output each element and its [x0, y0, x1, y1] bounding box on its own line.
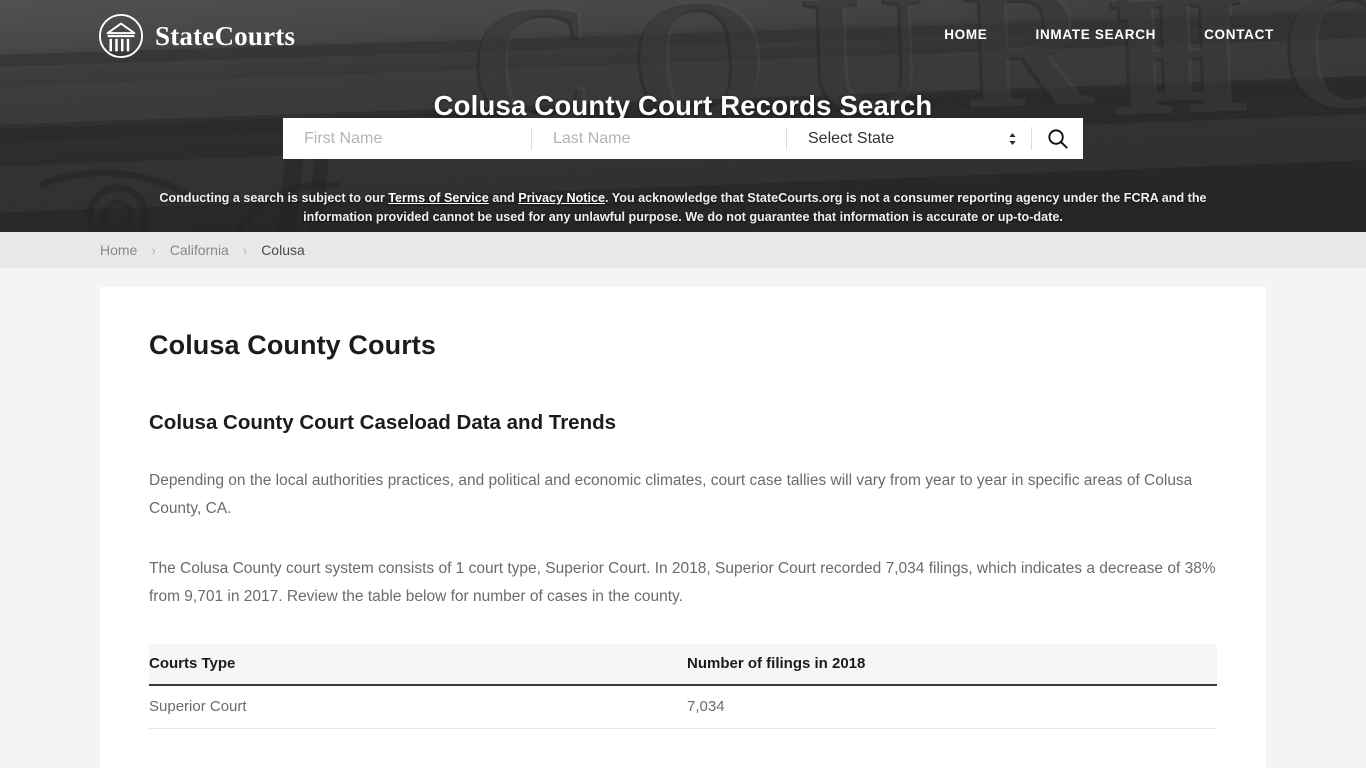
terms-of-service-link[interactable]: Terms of Service [388, 191, 489, 205]
breadcrumb: Home › California › Colusa [100, 242, 305, 258]
paragraph-intro: Depending on the local authorities pract… [149, 472, 1193, 517]
search-disclaimer: Conducting a search is subject to our Te… [133, 189, 1233, 227]
site-logo-text: StateCourts [155, 20, 296, 51]
courthouse-circle-icon [98, 13, 144, 59]
breadcrumb-item-home[interactable]: Home [100, 242, 137, 258]
nav-item-home[interactable]: HOME [920, 27, 1011, 42]
site-logo-link[interactable]: StateCourts [98, 13, 295, 59]
search-submit-button[interactable] [1032, 118, 1083, 159]
table-header-row: Courts Type Number of filings in 2018 [149, 644, 1217, 686]
disclaimer-text-2: and [488, 190, 519, 205]
last-name-field[interactable] [532, 118, 786, 159]
state-select-field[interactable]: Select State [787, 118, 1031, 159]
breadcrumb-item-current: Colusa [261, 242, 305, 258]
search-icon [1048, 129, 1068, 149]
breadcrumb-separator-icon: › [242, 242, 248, 258]
nav-item-inmate-search[interactable]: INMATE SEARCH [1012, 27, 1181, 42]
section-title-caseload: Colusa County Court Caseload Data and Tr… [149, 411, 617, 434]
page-content: Colusa County Courts Colusa County Court… [0, 268, 1366, 768]
breadcrumb-bar: Home › California › Colusa [0, 232, 1366, 268]
county-courts-card: Colusa County Courts Colusa County Court… [100, 287, 1266, 768]
table-row: Superior Court 7,034 [149, 685, 1217, 729]
last-name-input[interactable] [532, 118, 786, 159]
disclaimer-text-1: Conducting a search is subject to our [159, 190, 389, 205]
first-name-input[interactable] [283, 118, 531, 159]
first-name-field[interactable] [283, 118, 531, 159]
main-navigation: HOME INMATE SEARCH CONTACT [920, 27, 1274, 42]
privacy-notice-link[interactable]: Privacy Notice [518, 191, 605, 205]
records-search-form: Select State [283, 118, 1083, 159]
paragraph-filings: The Colusa County court system consists … [149, 560, 1216, 605]
breadcrumb-item-california[interactable]: California [170, 242, 229, 258]
nav-item-contact[interactable]: CONTACT [1180, 27, 1274, 42]
page-title: Colusa County Courts [149, 330, 437, 360]
breadcrumb-separator-icon: › [151, 242, 156, 258]
cell-court-type: Superior Court [149, 685, 687, 729]
filings-table: Courts Type Number of filings in 2018 Su… [149, 644, 1217, 729]
state-select[interactable]: Select State [787, 118, 1031, 159]
column-header-filings: Number of filings in 2018 [687, 644, 1217, 686]
column-header-courts-type: Courts Type [149, 644, 687, 686]
hero-banner: COURT HO COURT HO [0, 0, 1366, 232]
cell-filings-count: 7,034 [687, 685, 1217, 729]
